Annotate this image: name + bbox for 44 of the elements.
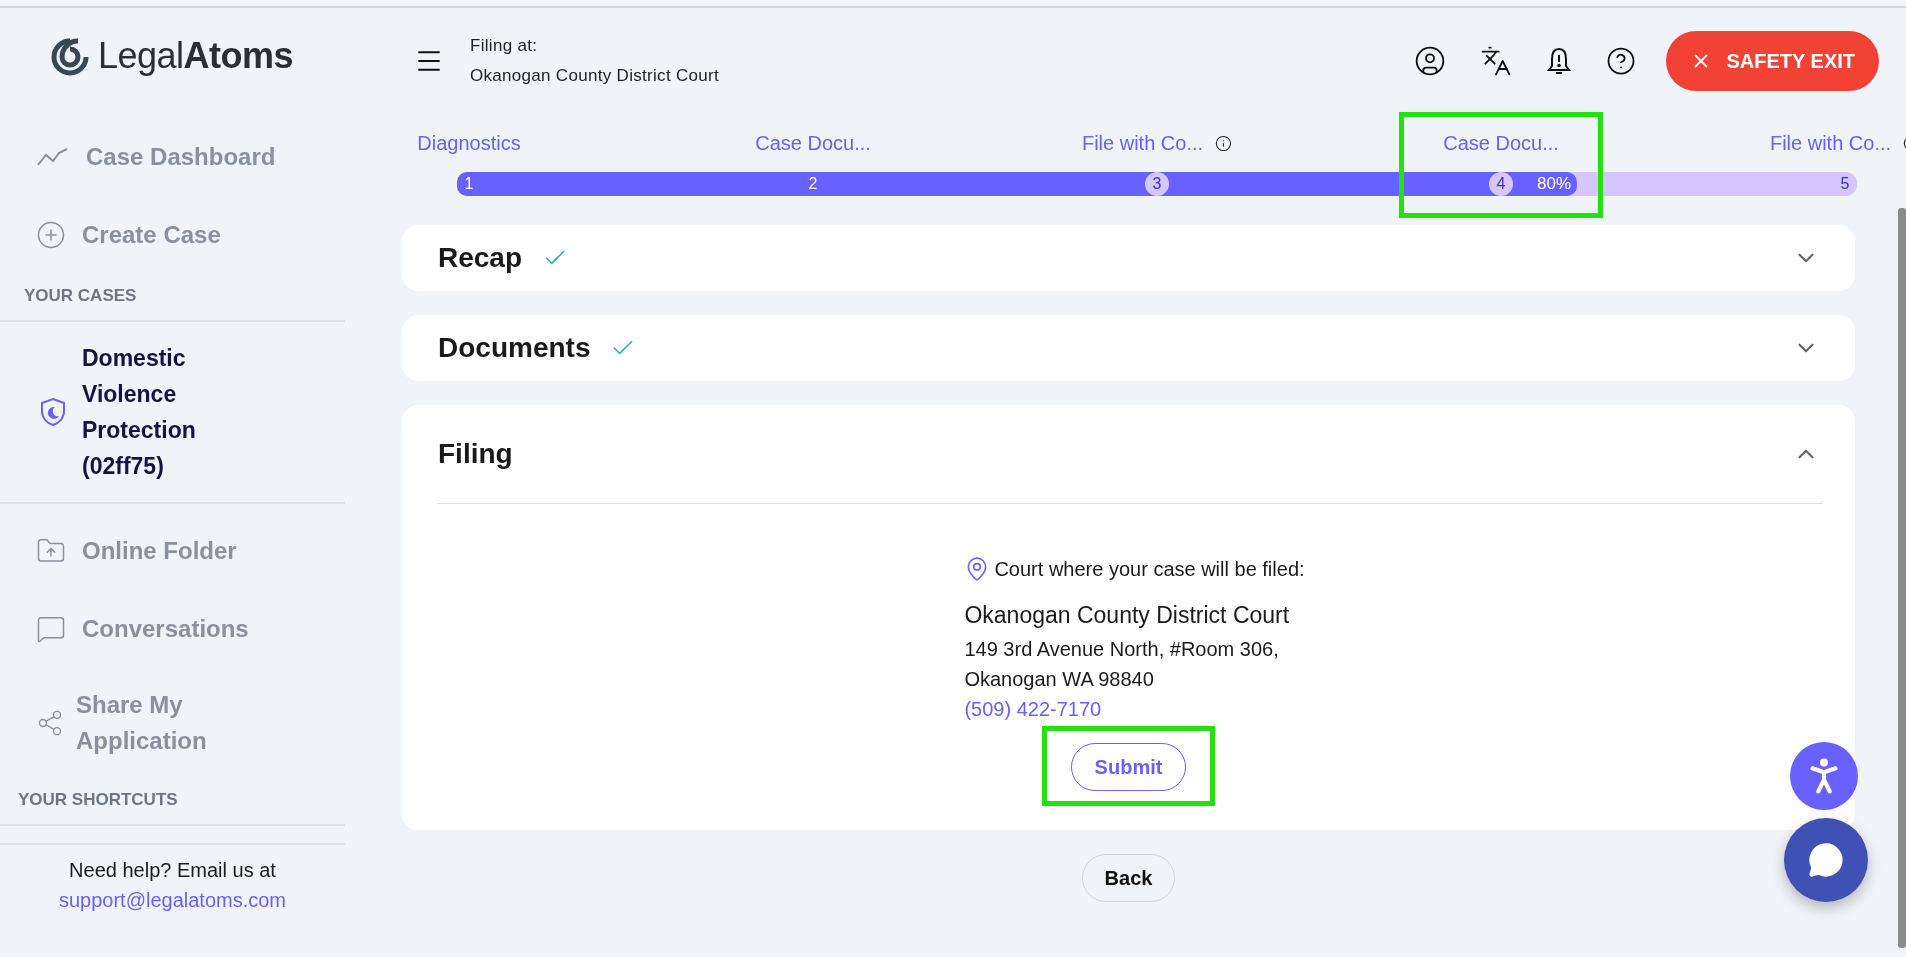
address-line: 149 3rd Avenue North, #Room 306,: [964, 637, 1279, 662]
phone-link[interactable]: (509) 422-7170: [964, 694, 1102, 724]
section-title[interactable]: Filing: [438, 438, 513, 470]
court-name: Okanogan County District Court: [470, 66, 719, 86]
step-label[interactable]: Case Docu...: [1443, 132, 1559, 155]
sidebar-item[interactable]: Share My Application: [0, 668, 345, 778]
section-heading: YOUR SHORTCUTS: [17, 789, 179, 811]
step-label[interactable]: File with Co...: [1769, 132, 1906, 155]
shield-icon: [40, 397, 66, 427]
address-line: Okanogan WA 98840: [964, 667, 1154, 692]
chat-button[interactable]: [1784, 818, 1868, 902]
share-icon: [36, 709, 64, 737]
section-title[interactable]: Recap: [438, 242, 523, 274]
step-label[interactable]: Diagnostics: [417, 132, 521, 155]
back-button[interactable]: Back: [1081, 854, 1176, 902]
case-title: Domestic Violence Protection (02ff75): [82, 344, 197, 481]
court-heading: Court where your case will be filed:: [994, 557, 1305, 582]
section-title[interactable]: Documents: [438, 332, 591, 364]
bell-icon[interactable]: [1546, 46, 1573, 76]
case-item[interactable]: Domestic Violence Protection (02ff75): [0, 322, 345, 502]
submit-button[interactable]: Submit: [1070, 743, 1187, 791]
speech-bubble-icon: [36, 614, 66, 644]
user-icon[interactable]: [1414, 45, 1447, 77]
filing-label: Filing at:: [470, 36, 539, 56]
scrollbar[interactable]: [1898, 208, 1906, 948]
safety-exit-button[interactable]: SAFETY EXIT: [1666, 31, 1879, 91]
court-title: Okanogan County District Court: [964, 601, 1290, 630]
chat-bubble-icon: [1807, 841, 1845, 879]
help-icon[interactable]: [1606, 46, 1637, 76]
sidebar-item[interactable]: Conversations: [0, 590, 345, 668]
translate-icon[interactable]: [1480, 45, 1513, 77]
plus-circle-icon: [36, 220, 66, 250]
email-link[interactable]: support@legalatoms.com: [58, 889, 287, 911]
section-heading: YOUR CASES: [23, 285, 138, 307]
progress-reading: 80%: [1536, 174, 1571, 194]
step-label[interactable]: Case Docu...: [755, 132, 871, 155]
line-chart-icon: [36, 147, 70, 167]
logo-text: LegalAtoms: [98, 35, 294, 77]
step-label[interactable]: File with Co...: [1081, 132, 1233, 155]
sidebar-item[interactable]: Online Folder: [0, 512, 345, 590]
sidebar-item[interactable]: Create Case: [0, 196, 345, 274]
info-icon[interactable]: [1215, 135, 1233, 152]
help-text: Need help? Email us at: [68, 858, 277, 883]
sidebar-item[interactable]: Case Dashboard: [0, 118, 345, 196]
